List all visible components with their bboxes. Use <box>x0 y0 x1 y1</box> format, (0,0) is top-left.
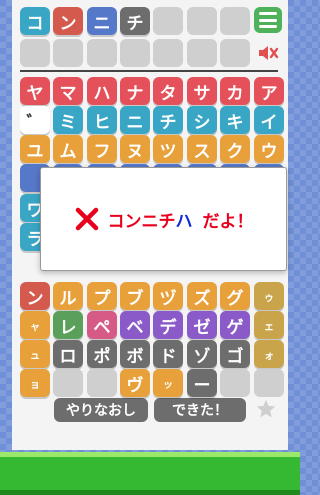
kana-key[interactable]: グ <box>220 282 250 310</box>
menu-line <box>259 18 277 22</box>
kana-key[interactable]: ミ <box>53 106 83 134</box>
hint-slot-empty[interactable] <box>153 39 183 67</box>
message-highlight: ハ <box>175 211 193 232</box>
result-message: コンニチハ だよ！ <box>108 207 254 232</box>
mute-button[interactable] <box>254 40 282 66</box>
kana-key[interactable]: フ <box>87 135 117 163</box>
kana-key[interactable]: ヤ <box>20 77 50 105</box>
hint-slot-empty[interactable] <box>187 39 217 67</box>
kana-key[interactable]: デ <box>153 311 183 339</box>
kana-key[interactable]: ヒ <box>87 106 117 134</box>
red-x-icon <box>75 207 98 231</box>
kana-key[interactable]: チ <box>153 106 183 134</box>
kana-key[interactable]: ク <box>220 135 250 163</box>
kana-key[interactable]: ユ <box>20 135 50 163</box>
kana-key[interactable]: ス <box>187 135 217 163</box>
message-prefix: コンニチ <box>107 211 176 232</box>
speaker-muted-icon <box>259 46 279 60</box>
divider <box>20 70 278 72</box>
ground <box>0 452 300 495</box>
kana-key[interactable]: ゼ <box>187 311 217 339</box>
answer-slot-empty[interactable] <box>153 7 183 35</box>
kana-key[interactable]: シ <box>187 106 217 134</box>
kana-key[interactable]: レ <box>53 311 83 339</box>
kana-key[interactable]: ロ <box>53 340 83 368</box>
kana-slot-empty[interactable] <box>254 369 284 397</box>
kana-key[interactable]: キ <box>220 106 250 134</box>
hint-slot-empty[interactable] <box>53 39 83 67</box>
answer-tile[interactable]: コ <box>20 7 50 35</box>
kana-key[interactable]: ッ <box>153 369 183 397</box>
reset-button[interactable]: やりなおし <box>54 398 148 422</box>
kana-key[interactable]: カ <box>220 77 250 105</box>
kana-key[interactable]: ォ <box>254 340 284 368</box>
kana-key[interactable]: ア <box>254 77 284 105</box>
kana-key[interactable]: ン <box>20 282 50 310</box>
kana-key[interactable]: ヴ <box>120 369 150 397</box>
kana-key[interactable]: タ <box>153 77 183 105</box>
kana-key[interactable]: ポ <box>87 340 117 368</box>
kana-key[interactable]: ゥ <box>254 282 284 310</box>
kana-key[interactable]: ゛ <box>20 106 50 134</box>
kana-key[interactable]: ナ <box>120 77 150 105</box>
answer-tile[interactable]: ン <box>53 7 83 35</box>
answer-tile[interactable]: ニ <box>87 7 117 35</box>
hint-slot-empty[interactable] <box>220 39 250 67</box>
answer-tile[interactable]: チ <box>120 7 150 35</box>
hint-slot-empty[interactable] <box>87 39 117 67</box>
kana-slot-empty[interactable] <box>53 369 83 397</box>
kana-key[interactable]: ー <box>187 369 217 397</box>
kana-key[interactable]: ゾ <box>187 340 217 368</box>
done-button[interactable]: できた！ <box>154 398 246 422</box>
kana-key[interactable]: ェ <box>254 311 284 339</box>
kana-key[interactable]: ョ <box>20 369 50 397</box>
kana-key[interactable]: ツ <box>153 135 183 163</box>
kana-slot-empty[interactable] <box>220 369 250 397</box>
menu-line <box>259 25 277 28</box>
kana-key[interactable]: ャ <box>20 311 50 339</box>
kana-slot-empty[interactable] <box>87 369 117 397</box>
kana-key[interactable]: イ <box>254 106 284 134</box>
kana-key[interactable]: ル <box>53 282 83 310</box>
kana-key[interactable]: ボ <box>120 340 150 368</box>
answer-slot-empty[interactable] <box>187 7 217 35</box>
menu-button[interactable] <box>254 7 282 33</box>
kana-key[interactable]: サ <box>187 77 217 105</box>
menu-line <box>259 12 277 15</box>
kana-key[interactable]: ブ <box>120 282 150 310</box>
kana-key[interactable]: ム <box>53 135 83 163</box>
kana-key[interactable]: ヅ <box>153 282 183 310</box>
hint-slot-empty[interactable] <box>20 39 50 67</box>
kana-key[interactable]: ュ <box>20 340 50 368</box>
kana-key[interactable]: ハ <box>87 77 117 105</box>
kana-key[interactable]: マ <box>53 77 83 105</box>
hint-slot-empty[interactable] <box>120 39 150 67</box>
kana-key[interactable]: ヌ <box>120 135 150 163</box>
answer-slot-empty[interactable] <box>220 7 250 35</box>
kana-key[interactable]: ウ <box>254 135 284 163</box>
result-popup: コンニチハ だよ！ <box>40 167 287 271</box>
kana-key[interactable]: ゲ <box>220 311 250 339</box>
message-suffix: だよ！ <box>202 211 254 232</box>
kana-key[interactable]: ニ <box>120 106 150 134</box>
kana-key[interactable]: ゴ <box>220 340 250 368</box>
kana-key[interactable]: ペ <box>87 311 117 339</box>
kana-key[interactable]: ベ <box>120 311 150 339</box>
star-icon[interactable] <box>255 398 277 420</box>
kana-key[interactable]: ド <box>153 340 183 368</box>
kana-key[interactable]: プ <box>87 282 117 310</box>
kana-key[interactable]: ズ <box>187 282 217 310</box>
